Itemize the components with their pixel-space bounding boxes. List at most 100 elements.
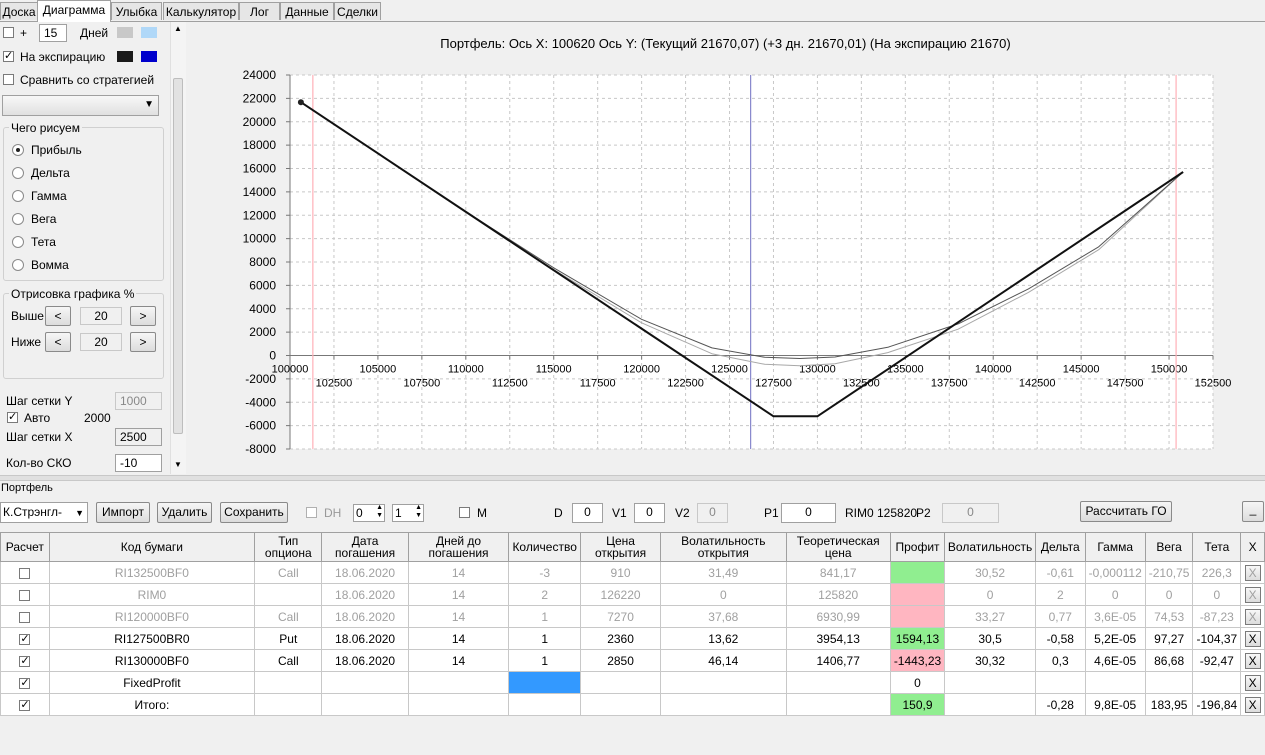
cell-gamma[interactable]: 9,8E-05 bbox=[1084, 693, 1146, 716]
expiry-checkbox[interactable] bbox=[3, 49, 14, 62]
cell-type[interactable]: Put bbox=[254, 627, 323, 650]
cell-qty[interactable]: 2 bbox=[508, 583, 582, 606]
strategy-compare-select[interactable]: ▼ bbox=[2, 95, 159, 116]
cell-theo-price[interactable] bbox=[785, 671, 891, 694]
cell-theo-price[interactable]: 6930,99 bbox=[785, 605, 891, 628]
tab-deals[interactable]: Сделки bbox=[334, 2, 381, 20]
cell-theta[interactable] bbox=[1192, 671, 1242, 694]
v1-input[interactable]: 0 bbox=[634, 503, 665, 523]
remove-row-button[interactable]: X bbox=[1244, 652, 1261, 669]
delete-button[interactable]: Удалить bbox=[157, 502, 212, 523]
days-color-swatch[interactable] bbox=[141, 27, 157, 38]
cell-theo-price[interactable]: 1406,77 bbox=[785, 649, 891, 672]
cell-theta[interactable]: -196,84 bbox=[1192, 693, 1242, 716]
cell-qty[interactable] bbox=[508, 671, 582, 694]
below-decrease-button[interactable]: < bbox=[45, 332, 71, 352]
cell-gamma[interactable]: 4,6E-05 bbox=[1084, 649, 1146, 672]
above-decrease-button[interactable]: < bbox=[45, 306, 71, 326]
days-input[interactable]: 15 bbox=[39, 24, 67, 42]
header-date[interactable]: Дата погашения bbox=[321, 532, 409, 562]
cell-qty[interactable] bbox=[508, 693, 582, 716]
current-color-swatch[interactable] bbox=[117, 27, 133, 38]
cell-open-price[interactable]: 7270 bbox=[580, 605, 662, 628]
calc-checkbox[interactable] bbox=[19, 589, 31, 601]
cell-gamma[interactable]: 5,2E-05 bbox=[1084, 627, 1146, 650]
cell-code[interactable]: RIM0 bbox=[48, 583, 256, 606]
cell-profit[interactable]: -1443,23 bbox=[889, 649, 946, 672]
calculate-go-button[interactable]: Рассчитать ГО bbox=[1080, 501, 1172, 522]
dh-checkbox[interactable] bbox=[306, 507, 317, 518]
header-theta[interactable]: Тета bbox=[1192, 532, 1242, 562]
compare-checkbox[interactable] bbox=[3, 74, 14, 85]
cell-open-vol[interactable]: 13,62 bbox=[660, 627, 787, 650]
cell-open-price[interactable]: 126220 bbox=[580, 583, 662, 606]
row-calc-cell[interactable] bbox=[0, 605, 50, 628]
remove-row-button[interactable]: X bbox=[1244, 696, 1261, 713]
cell-vol[interactable]: 33,27 bbox=[944, 605, 1036, 628]
remove-row-button[interactable]: X bbox=[1244, 586, 1261, 603]
header-open-price[interactable]: Цена открытия bbox=[580, 532, 662, 562]
p2-input[interactable]: 0 bbox=[942, 503, 999, 523]
calc-checkbox[interactable] bbox=[19, 654, 31, 667]
cell-delta[interactable]: -0,58 bbox=[1034, 627, 1086, 650]
cell-vol[interactable]: 30,32 bbox=[944, 649, 1036, 672]
cell-code[interactable]: Итого: bbox=[48, 693, 256, 716]
splitter[interactable] bbox=[0, 475, 1265, 481]
cell-date[interactable]: 18.06.2020 bbox=[321, 561, 409, 584]
cell-open-price[interactable] bbox=[580, 693, 662, 716]
row-calc-cell[interactable] bbox=[0, 693, 50, 716]
calc-checkbox[interactable] bbox=[19, 611, 31, 623]
save-button[interactable]: Сохранить bbox=[220, 502, 288, 523]
cell-vega[interactable]: 86,68 bbox=[1144, 649, 1194, 672]
left-panel-scrollbar[interactable]: ▲ ▼ bbox=[170, 22, 186, 474]
table-row[interactable]: Итого: 150,9 -0,289,8E-05183,95-196,84X bbox=[0, 693, 1265, 716]
scrollbar-thumb[interactable] bbox=[173, 78, 183, 434]
radio-profit[interactable] bbox=[12, 144, 24, 156]
calc-checkbox[interactable] bbox=[19, 698, 31, 711]
cell-delta[interactable]: -0,28 bbox=[1034, 693, 1086, 716]
sko-input[interactable]: -10 bbox=[115, 454, 162, 472]
cell-gamma[interactable]: 3,6E-05 bbox=[1084, 605, 1146, 628]
cell-vega[interactable]: 97,27 bbox=[1144, 627, 1194, 650]
table-row[interactable]: FixedProfit 0 X bbox=[0, 671, 1265, 694]
cell-delta[interactable]: 0,77 bbox=[1034, 605, 1086, 628]
cell-delta[interactable]: 0,3 bbox=[1034, 649, 1086, 672]
header-theo-price[interactable]: Теоретическая цена bbox=[785, 532, 891, 562]
dh-spinner-1[interactable]: 0 ▲ ▼ bbox=[353, 504, 385, 522]
cell-type[interactable]: Call bbox=[254, 605, 323, 628]
calc-checkbox[interactable] bbox=[19, 632, 31, 645]
cell-gamma[interactable] bbox=[1084, 671, 1146, 694]
header-gamma[interactable]: Гамма bbox=[1084, 532, 1146, 562]
grid-x-input[interactable]: 2500 bbox=[115, 428, 162, 446]
cell-code[interactable]: RI132500BF0 bbox=[48, 561, 256, 584]
remove-row-button[interactable]: X bbox=[1244, 674, 1261, 691]
cell-type[interactable] bbox=[254, 583, 323, 606]
cell-vega[interactable]: 0 bbox=[1144, 583, 1194, 606]
row-calc-cell[interactable] bbox=[0, 627, 50, 650]
cell-date[interactable]: 18.06.2020 bbox=[321, 649, 409, 672]
tab-calculator[interactable]: Калькулятор bbox=[163, 2, 239, 20]
cell-code[interactable]: RI120000BF0 bbox=[48, 605, 256, 628]
cell-date[interactable] bbox=[321, 693, 409, 716]
cell-profit[interactable]: 0 bbox=[889, 671, 946, 694]
cell-theo-price[interactable]: 841,17 bbox=[785, 561, 891, 584]
cell-days[interactable] bbox=[407, 671, 510, 694]
table-row[interactable]: RI120000BF0 Call 18.06.2020 14 1 7270 37,68 693… bbox=[0, 605, 1265, 628]
header-x[interactable]: X bbox=[1240, 532, 1265, 562]
row-calc-cell[interactable] bbox=[0, 671, 50, 694]
cell-theta[interactable]: -104,37 bbox=[1192, 627, 1242, 650]
cell-days[interactable]: 14 bbox=[407, 649, 510, 672]
cell-vega[interactable]: -210,75 bbox=[1144, 561, 1194, 584]
table-row[interactable]: RIM0 18.06.2020 14 2 126220 0 125820 0 2 0 0 0 X bbox=[0, 583, 1265, 606]
cell-days[interactable]: 14 bbox=[407, 583, 510, 606]
cell-days[interactable]: 14 bbox=[407, 627, 510, 650]
cell-vol[interactable]: 0 bbox=[944, 583, 1036, 606]
scroll-down-icon[interactable]: ▼ bbox=[174, 460, 182, 469]
cell-theta[interactable]: 0 bbox=[1192, 583, 1242, 606]
cell-vega[interactable]: 183,95 bbox=[1144, 693, 1194, 716]
cell-delta[interactable] bbox=[1034, 671, 1086, 694]
header-open-vol[interactable]: Волатильность открытия bbox=[660, 532, 787, 562]
remove-row-button[interactable]: X bbox=[1244, 608, 1261, 625]
header-profit[interactable]: Профит bbox=[889, 532, 946, 562]
cell-theo-price[interactable] bbox=[785, 693, 891, 716]
